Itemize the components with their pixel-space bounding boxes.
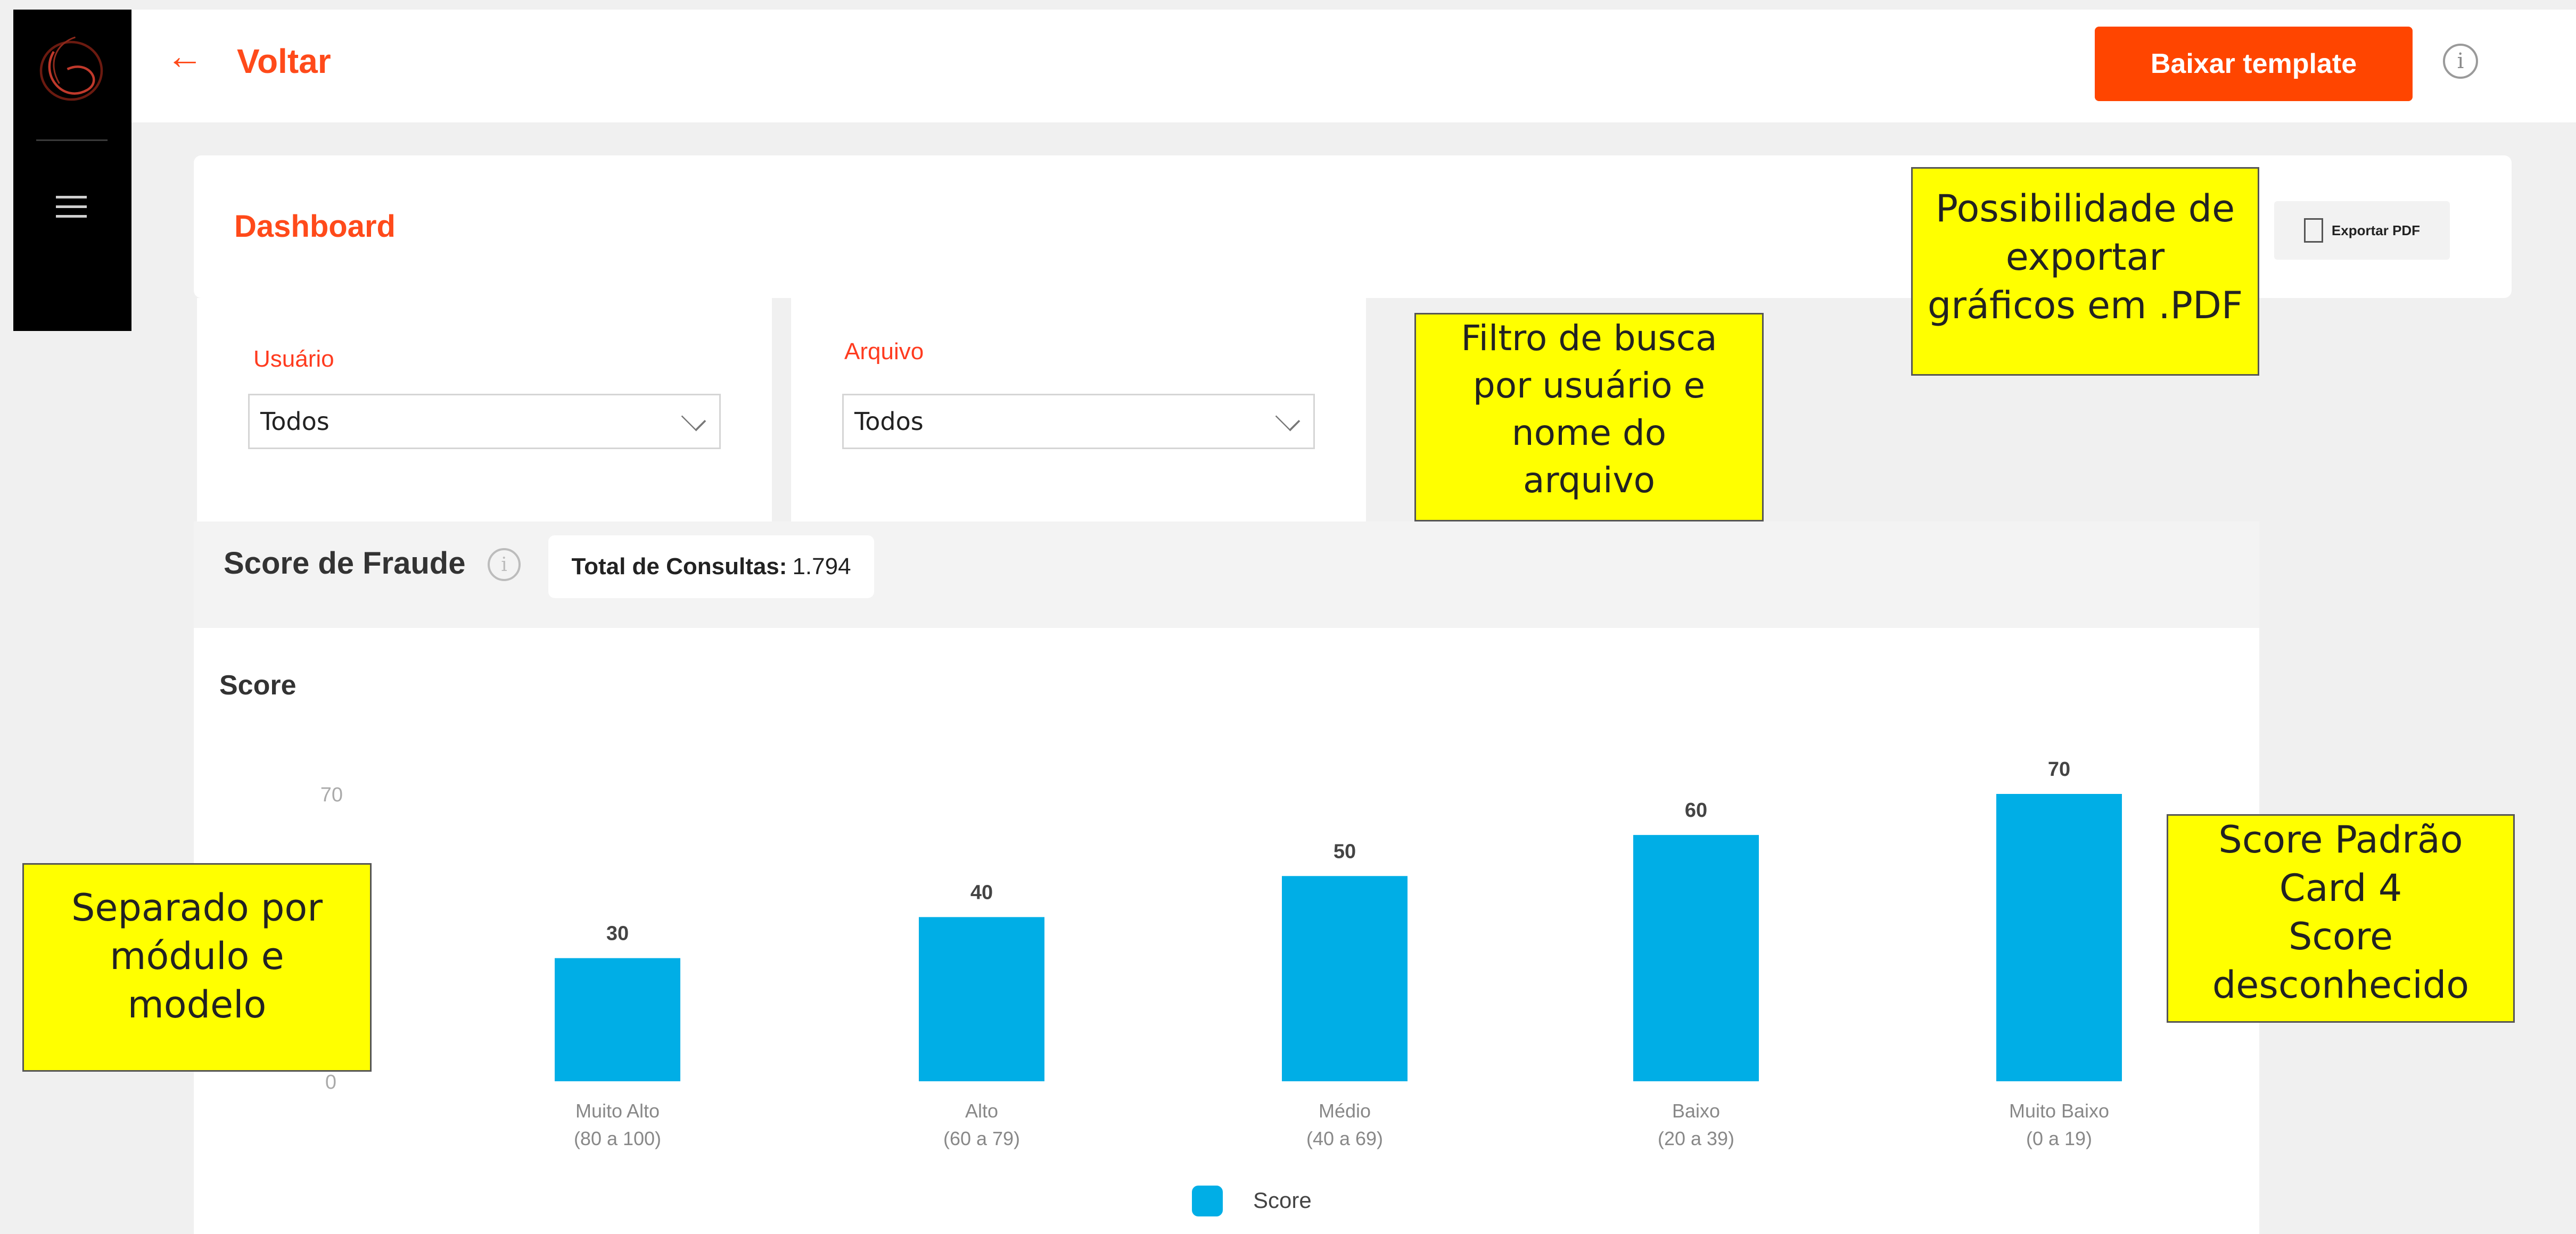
- note-line: exportar: [2005, 235, 2165, 279]
- note-text: Filtro de busca por usuário e nome do ar…: [1461, 314, 1717, 504]
- sidebar-divider: [36, 139, 108, 141]
- y-tick-label: 0: [325, 1071, 336, 1094]
- x-tick-label: Médio: [1319, 1100, 1371, 1122]
- bar: [1633, 835, 1759, 1081]
- export-pdf-button[interactable]: Exportar PDF: [2274, 201, 2450, 260]
- note-line: por usuário e: [1472, 365, 1706, 407]
- note-line: nome do: [1511, 412, 1667, 454]
- usuario-select[interactable]: Todos: [248, 394, 721, 449]
- app-logo-icon[interactable]: [31, 28, 111, 107]
- usuario-select-value: Todos: [260, 407, 330, 436]
- x-tick-sublabel: (20 a 39): [1658, 1128, 1734, 1149]
- note-line: gráficos em .PDF: [1927, 284, 2243, 327]
- bar: [1282, 876, 1408, 1081]
- y-tick-label: 70: [320, 784, 343, 806]
- annotation-note-module: Separado por módulo e modelo: [22, 863, 372, 1072]
- note-text: Separado por módulo e modelo: [71, 884, 323, 1029]
- note-line: Filtro de busca: [1461, 318, 1717, 359]
- bar-value-label: 40: [970, 881, 993, 904]
- export-pdf-label: Exportar PDF: [2331, 222, 2421, 238]
- arquivo-select[interactable]: Todos: [842, 394, 1315, 449]
- note-line: módulo e: [110, 934, 284, 978]
- info-icon[interactable]: i: [2443, 44, 2478, 79]
- pdf-file-icon: [2303, 218, 2323, 243]
- note-line: Score: [2288, 915, 2393, 958]
- download-template-button[interactable]: Baixar template: [2095, 27, 2413, 101]
- total-value: 1.794: [792, 553, 851, 579]
- note-line: desconhecido: [2212, 963, 2470, 1007]
- total-label: Total de Consultas:: [571, 553, 787, 579]
- back-arrow-icon[interactable]: ←: [166, 37, 203, 74]
- bar-value-label: 70: [2048, 758, 2070, 781]
- score-bar-chart: 70 0 30 Muito Alto (80 a 100) 40 Alto (60 a 79)…: [320, 758, 2122, 1216]
- bar-value-label: 50: [1334, 840, 1356, 863]
- bar-value-label: 60: [1685, 799, 1707, 822]
- bar: [919, 917, 1044, 1081]
- filter-arquivo-panel: Arquivo Todos: [791, 298, 1366, 521]
- note-line: Separado por: [71, 886, 323, 930]
- arquivo-label: Arquivo: [844, 338, 924, 365]
- chevron-down-icon: [1275, 406, 1301, 432]
- total-consultas-badge: Total de Consultas: 1.794: [548, 535, 874, 598]
- note-line: modelo: [127, 983, 267, 1026]
- x-tick-label: Alto: [965, 1100, 998, 1122]
- note-line: Possibilidade de: [1935, 187, 2235, 230]
- annotation-note-pdf: Possibilidade de exportar gráficos em .P…: [1911, 167, 2259, 376]
- note-line: Card 4: [2279, 866, 2402, 910]
- chevron-down-icon: [681, 406, 706, 432]
- filter-usuario-panel: Usuário Todos: [197, 298, 772, 521]
- x-tick-sublabel: (80 a 100): [574, 1128, 661, 1149]
- arquivo-select-value: Todos: [854, 407, 924, 436]
- score-section-title: Score de Fraude: [224, 546, 466, 581]
- usuario-label: Usuário: [253, 346, 334, 372]
- bar-value-label: 30: [606, 923, 629, 945]
- legend-swatch: [1192, 1186, 1223, 1216]
- note-text: Possibilidade de exportar gráficos em .P…: [1928, 185, 2243, 330]
- info-icon[interactable]: i: [488, 548, 521, 581]
- note-line: arquivo: [1523, 460, 1655, 501]
- bar: [555, 958, 680, 1081]
- x-tick-sublabel: (60 a 79): [943, 1128, 1020, 1149]
- x-tick-sublabel: (40 a 69): [1306, 1128, 1383, 1149]
- x-tick-label: Muito Baixo: [2009, 1100, 2109, 1122]
- annotation-note-score: Score Padrão Card 4 Score desconhecido: [2167, 814, 2515, 1023]
- back-link[interactable]: Voltar: [237, 42, 331, 81]
- x-tick-sublabel: (0 a 19): [2026, 1128, 2092, 1149]
- legend-label: Score: [1253, 1188, 1312, 1213]
- x-tick-label: Muito Alto: [575, 1100, 660, 1122]
- page-title: Dashboard: [234, 209, 396, 244]
- bar: [1996, 794, 2122, 1081]
- note-line: Score Padrão: [2218, 818, 2463, 862]
- x-tick-label: Baixo: [1672, 1100, 1720, 1122]
- note-text: Score Padrão Card 4 Score desconhecido: [2212, 816, 2469, 1009]
- annotation-note-filter: Filtro de busca por usuário e nome do ar…: [1414, 313, 1764, 521]
